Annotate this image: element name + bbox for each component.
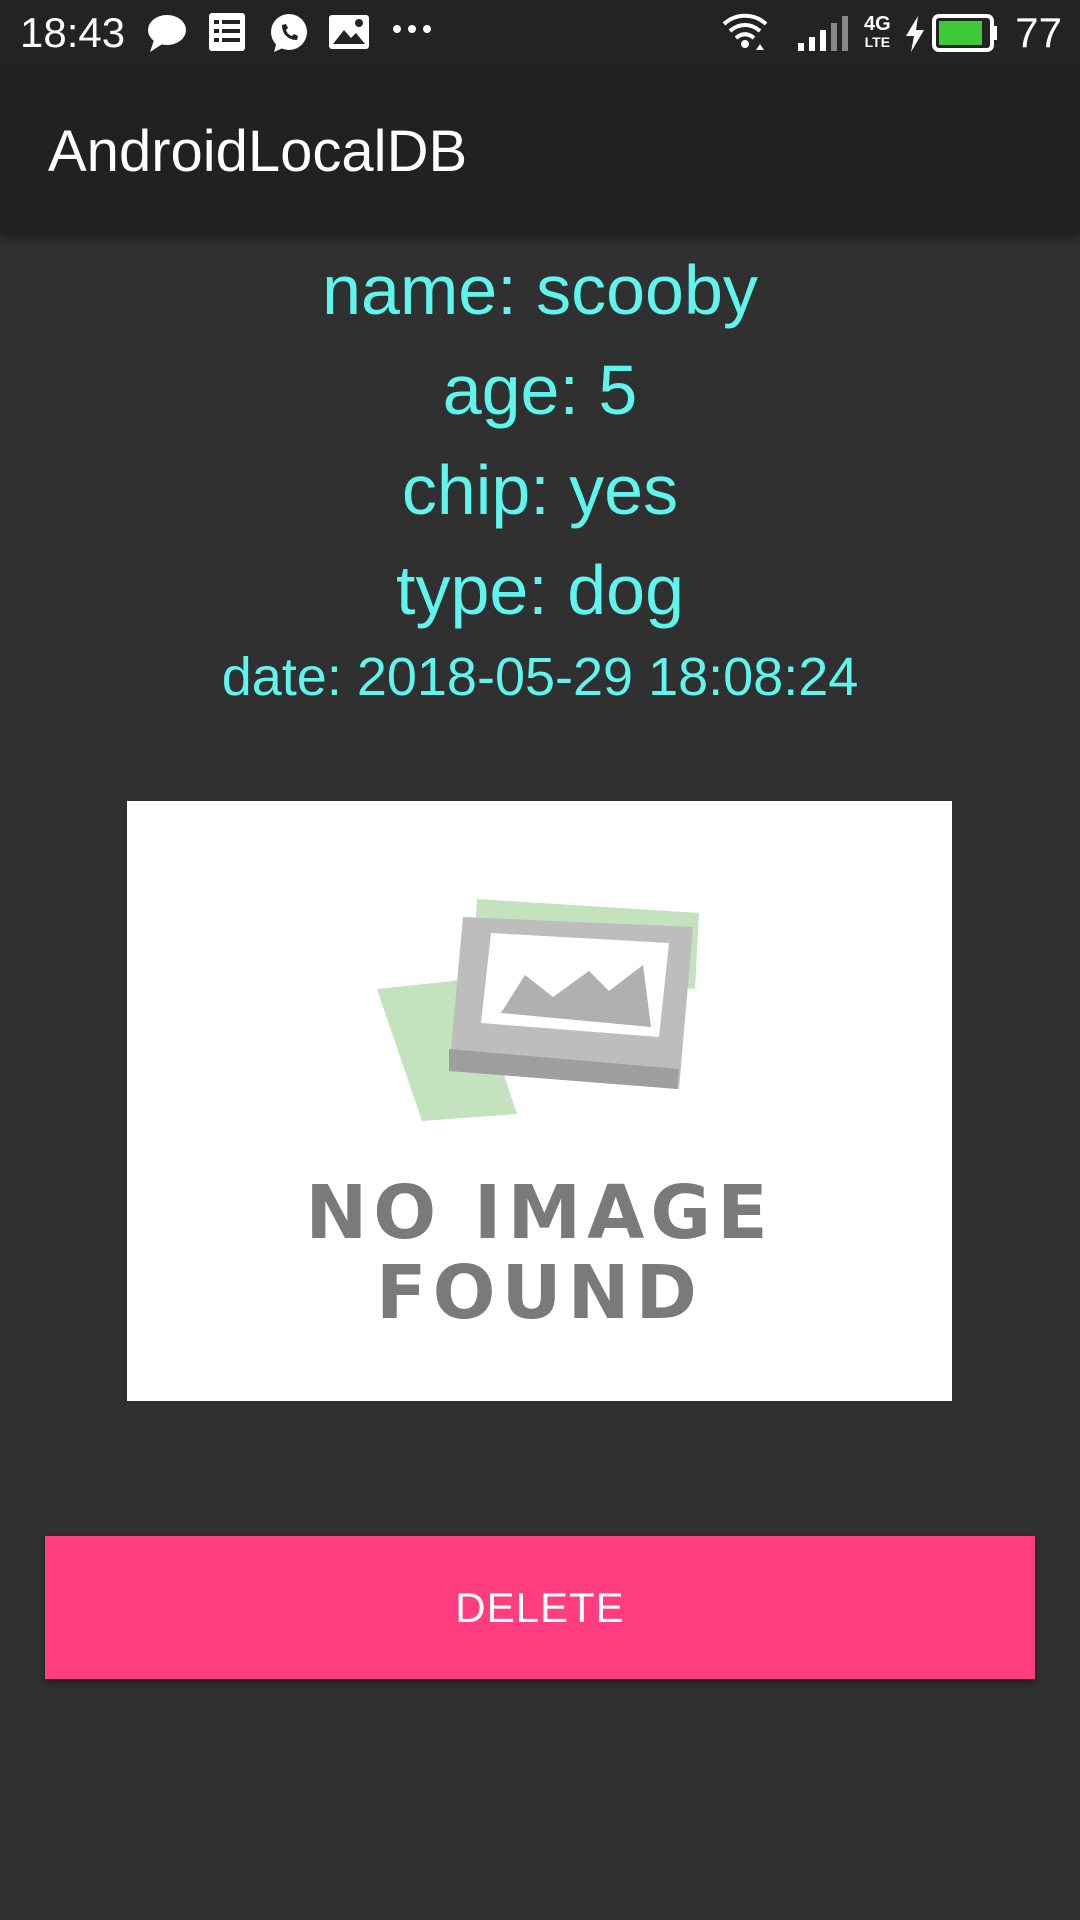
network-sub-label: LTE (864, 34, 891, 50)
system-icons: 4G LTE 77 (720, 0, 1080, 66)
screen: 18:43 4G LTE 77 AndroidLocalDB name: sco… (0, 0, 1080, 1920)
battery-icon (932, 14, 998, 57)
network-type-label: 4G LTE (864, 14, 891, 50)
app-bar: AndroidLocalDB (0, 66, 1080, 234)
pet-image: NO IMAGE FOUND (127, 801, 952, 1401)
battery-level: 77 (1015, 9, 1062, 56)
whatsapp-icon (268, 12, 310, 59)
chat-bubble-icon (146, 12, 188, 59)
charging-icon (904, 16, 926, 57)
chip-text: chip: yes (401, 451, 679, 529)
list-icon (208, 12, 246, 57)
signal-icon (796, 16, 854, 57)
network-label: 4G (864, 13, 891, 35)
wifi-icon (720, 12, 770, 59)
status-bar: 18:43 4G LTE 77 (0, 0, 1080, 66)
name-text: name: scooby (322, 251, 758, 329)
app-title: AndroidLocalDB (48, 119, 468, 184)
type-text: type: dog (396, 551, 684, 629)
no-image-line2: FOUND (376, 1250, 703, 1336)
age-text: age: 5 (442, 351, 638, 429)
more-dots-icon (392, 22, 432, 40)
no-image-line1: NO IMAGE (305, 1170, 774, 1256)
delete-button[interactable]: DELETE (45, 1536, 1035, 1679)
image-icon (328, 12, 370, 57)
no-image-photo-icon (377, 899, 699, 1121)
status-time: 18:43 (20, 9, 126, 56)
date-text: date: 2018-05-29 18:08:24 (221, 647, 859, 707)
